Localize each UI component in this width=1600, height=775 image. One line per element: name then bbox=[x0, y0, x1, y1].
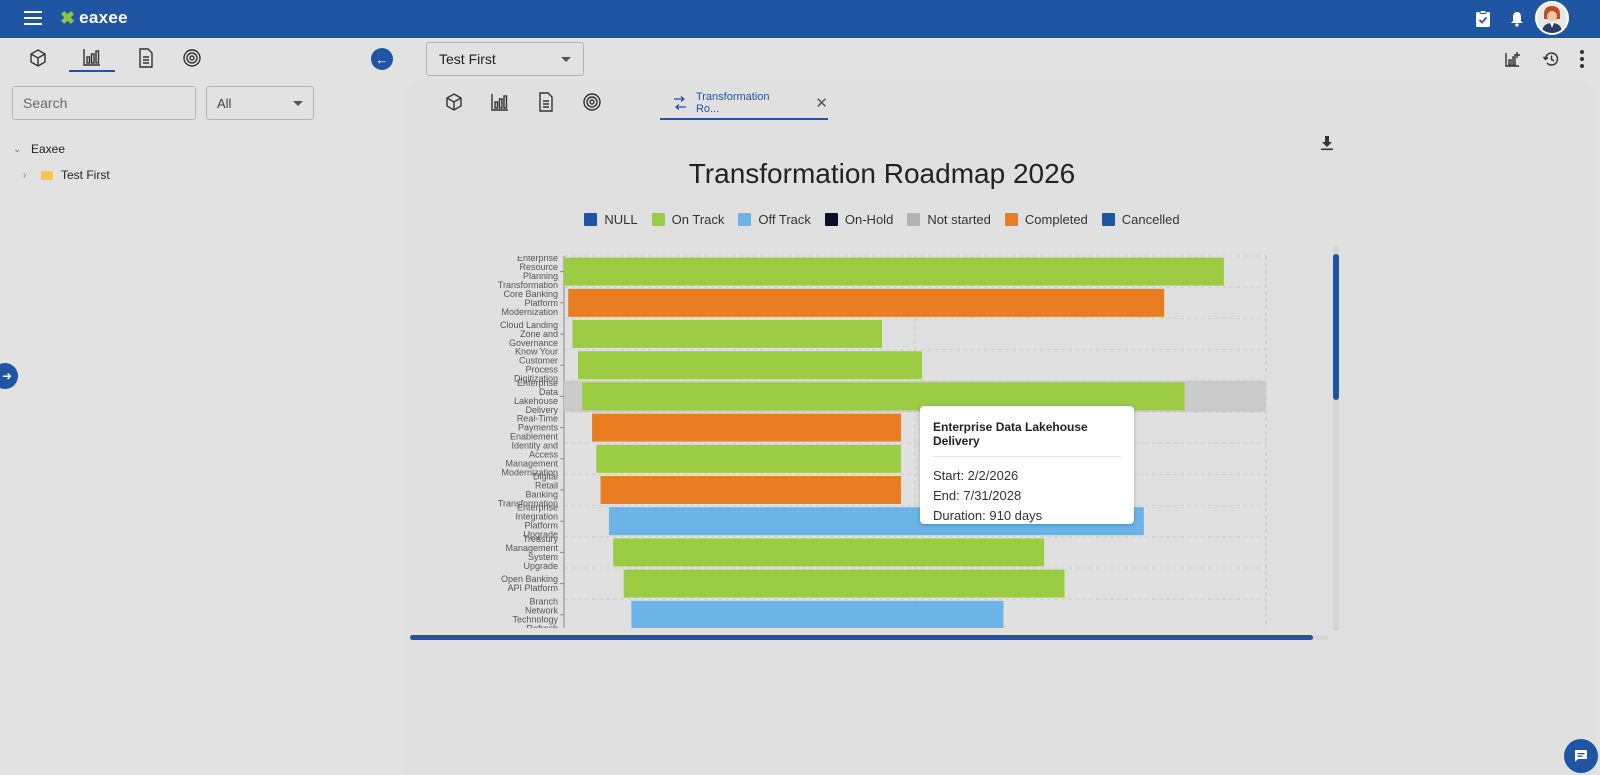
app-logo[interactable]: ✖ eaxee bbox=[60, 8, 128, 28]
tree-node-root[interactable]: ⌄ Eaxee bbox=[13, 136, 110, 162]
scrollbar-thumb[interactable] bbox=[1333, 254, 1339, 400]
y-tick-label: Cloud Landing Zone and Governance bbox=[500, 320, 558, 348]
tooltip-start: Start: 2/2/2026 bbox=[933, 468, 1019, 483]
tree-node-child[interactable]: › Test First bbox=[13, 162, 110, 188]
report-select[interactable]: Test First bbox=[426, 42, 584, 76]
filter-select[interactable]: All bbox=[206, 86, 314, 120]
folder-icon bbox=[41, 170, 53, 180]
chevron-down-icon bbox=[561, 56, 571, 62]
tooltip-duration: Duration: 910 days bbox=[933, 508, 1043, 523]
chat-button[interactable] bbox=[1564, 739, 1598, 773]
horizontal-scrollbar[interactable] bbox=[410, 635, 1328, 640]
arrow-right-icon: ➜ bbox=[1, 369, 12, 383]
tree-node-label: Eaxee bbox=[31, 142, 66, 156]
task-clipboard-icon[interactable] bbox=[1473, 9, 1493, 29]
chevron-right-icon[interactable]: › bbox=[23, 170, 33, 181]
tree-node-label: Test First bbox=[61, 168, 110, 182]
y-tick-label: Enterprise Resource Planning Transformation bbox=[498, 253, 558, 290]
vertical-scrollbar[interactable] bbox=[1333, 246, 1339, 631]
search-input[interactable] bbox=[12, 86, 196, 120]
y-tick-label: Real-Time Payments Enablement bbox=[510, 414, 559, 442]
gantt-bar[interactable] bbox=[592, 413, 901, 442]
collapse-panel-button[interactable]: ← bbox=[371, 48, 393, 70]
left-panel-tabs bbox=[23, 44, 207, 72]
more-options-icon[interactable] bbox=[1580, 50, 1586, 71]
chat-icon bbox=[1575, 750, 1587, 762]
filter-select-value: All bbox=[217, 95, 232, 111]
gantt-bar[interactable] bbox=[578, 351, 923, 380]
chevron-down-icon[interactable]: ⌄ bbox=[13, 144, 23, 155]
logo-mark-icon: ✖ bbox=[60, 8, 76, 28]
gantt-bar[interactable] bbox=[623, 569, 1065, 598]
history-icon[interactable] bbox=[1541, 49, 1561, 69]
gantt-bar[interactable] bbox=[600, 476, 901, 504]
y-tick-label: Branch Network Technology Refresh bbox=[512, 596, 558, 633]
report-content-panel: Transformation Ro... ✕ Transformation Ro… bbox=[404, 80, 1596, 775]
y-tick-label: Enterprise Data Lakehouse Delivery bbox=[514, 378, 559, 415]
logo-text: eaxee bbox=[79, 8, 128, 27]
gantt-bar[interactable] bbox=[596, 444, 901, 473]
gantt-bar[interactable] bbox=[613, 538, 1045, 567]
document-icon[interactable] bbox=[131, 44, 161, 72]
add-chart-icon[interactable] bbox=[1503, 49, 1523, 69]
gantt-bar[interactable] bbox=[572, 320, 883, 348]
gantt-bar[interactable] bbox=[631, 600, 1004, 629]
y-tick-label: Open Banking API Platform bbox=[501, 574, 558, 593]
arrow-left-icon: ← bbox=[375, 51, 389, 67]
chevron-down-icon bbox=[293, 100, 303, 106]
left-navigation-panel: ← All ⌄ Eaxee › Test First bbox=[3, 38, 403, 775]
tree-view: ⌄ Eaxee › Test First bbox=[13, 136, 110, 188]
report-select-value: Test First bbox=[439, 51, 496, 67]
gantt-bar[interactable] bbox=[564, 257, 1224, 286]
top-app-bar: ✖ eaxee bbox=[0, 0, 1600, 38]
scrollbar-thumb[interactable] bbox=[410, 635, 1313, 640]
tooltip-end: End: 7/31/2028 bbox=[933, 488, 1022, 503]
report-chart-icon[interactable] bbox=[69, 44, 115, 72]
user-avatar[interactable] bbox=[1535, 1, 1569, 35]
cube-icon[interactable] bbox=[23, 44, 53, 72]
target-icon[interactable] bbox=[177, 44, 207, 72]
tooltip-title: Enterprise Data Lakehouse Delivery bbox=[933, 420, 1121, 457]
gantt-chart: Enterprise Resource Planning Transformation… bbox=[498, 253, 1267, 633]
chart-tooltip: Enterprise Data Lakehouse Delivery Start… bbox=[920, 406, 1134, 524]
y-tick-label: Treasury Management System Upgrade bbox=[505, 534, 558, 571]
notification-bell-icon[interactable] bbox=[1507, 9, 1527, 29]
gantt-bar[interactable] bbox=[568, 288, 1165, 317]
y-tick-label: Core Banking Platform Modernization bbox=[501, 289, 558, 317]
menu-icon[interactable] bbox=[24, 11, 42, 25]
